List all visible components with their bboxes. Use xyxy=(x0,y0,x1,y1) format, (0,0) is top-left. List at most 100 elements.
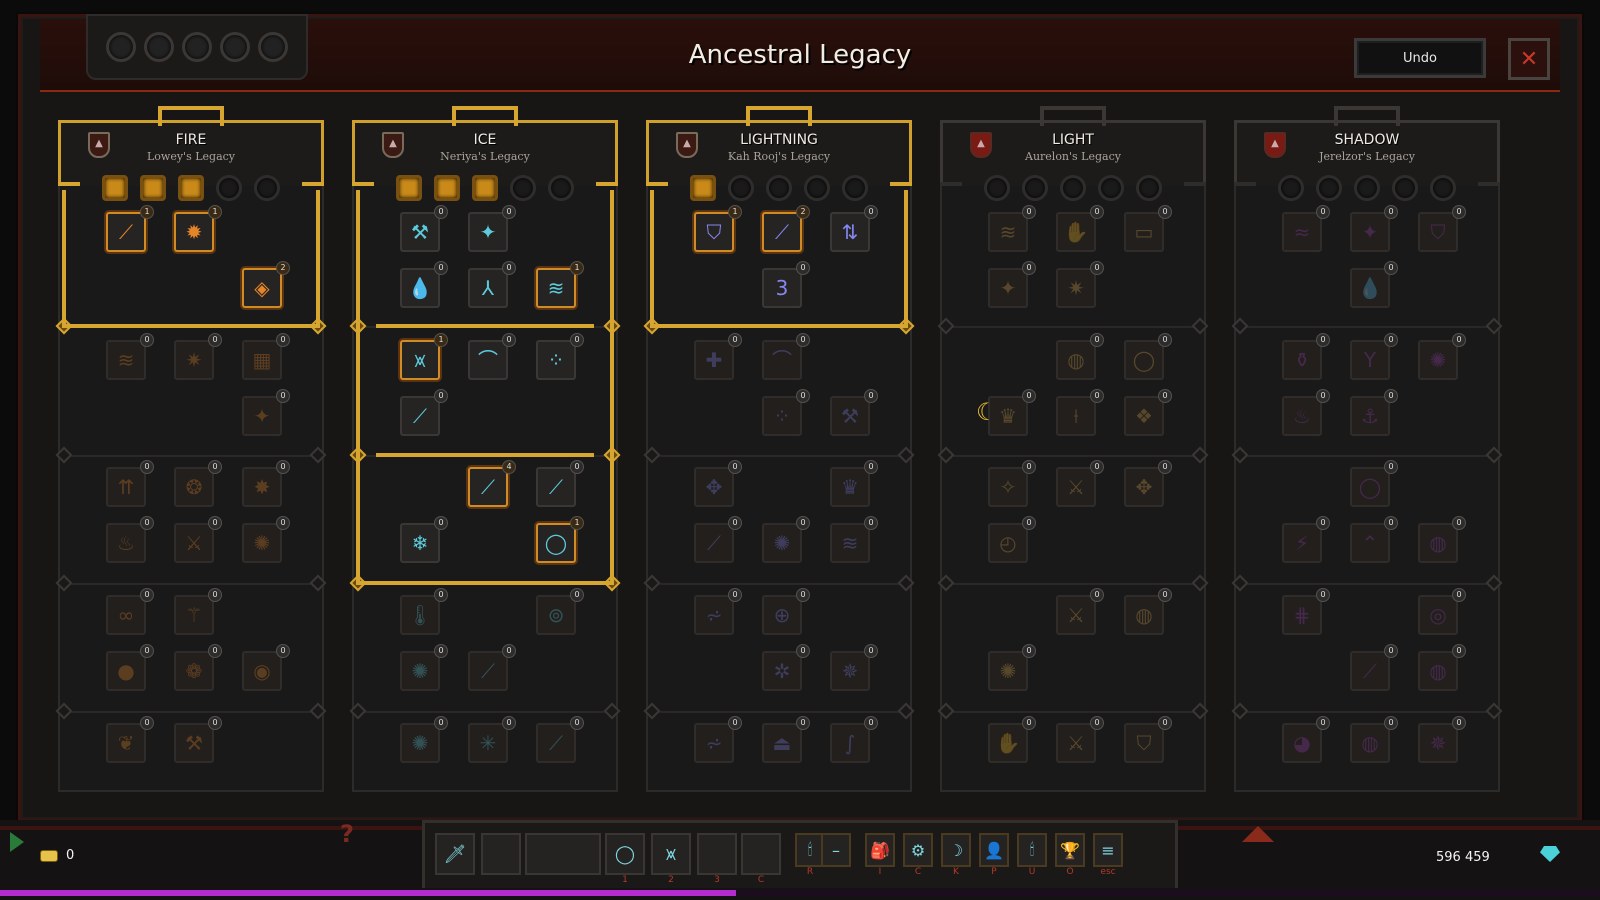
lightning-skill-node[interactable]: ✵ 0 xyxy=(830,644,878,691)
ice-skill-node[interactable]: 💧 0 xyxy=(400,261,448,308)
fire-skill-node[interactable]: ✦ 0 xyxy=(242,389,290,436)
hotbar-slot[interactable]: 🏆 O xyxy=(1055,833,1085,877)
ice-skill-node[interactable]: ⩙ 1 xyxy=(400,333,448,380)
hotbar-slot[interactable]: C xyxy=(741,833,781,885)
hotbar-slot[interactable] xyxy=(525,833,601,875)
light-skill-node[interactable]: ▭ 0 xyxy=(1124,205,1172,252)
lightning-skill-node[interactable]: ⌒ 0 xyxy=(762,333,810,380)
light-skill-node[interactable]: ⚔ 0 xyxy=(1056,460,1104,507)
shadow-skill-node[interactable]: ≈0 xyxy=(1282,205,1330,252)
ice-skill-node[interactable]: ⅄ 0 xyxy=(468,261,516,308)
fire-skill-node[interactable]: ⚒ 0 xyxy=(174,716,222,763)
fire-skill-node[interactable]: ⚚ 0 xyxy=(174,588,222,635)
lightning-skill-node[interactable]: ⟋ 0 xyxy=(694,516,742,563)
lightning-skill-node[interactable]: ⛉ 1 xyxy=(694,205,742,252)
light-skill-node[interactable]: ≋ 0 xyxy=(988,205,1036,252)
hotbar-slot[interactable]: ⚙ C xyxy=(903,833,933,877)
light-skill-node[interactable]: ◯ 0 xyxy=(1124,333,1172,380)
fire-skill-node[interactable]: ⚔ 0 xyxy=(174,516,222,563)
hotbar-slot[interactable] xyxy=(481,833,521,875)
fire-skill-node[interactable]: ✺ 0 xyxy=(242,516,290,563)
light-skill-node[interactable]: ⚔ 0 xyxy=(1056,716,1104,763)
shadow-skill-node[interactable]: ⟋ 0 xyxy=(1350,644,1398,691)
shadow-skill-node[interactable]: ◕ 0 xyxy=(1282,716,1330,763)
lightning-skill-node[interactable]: ⩫ 0 xyxy=(694,716,742,763)
light-skill-node[interactable]: ✦ 0 xyxy=(988,261,1036,308)
fire-skill-node[interactable]: ◈ 2 xyxy=(242,261,290,308)
light-skill-node[interactable]: ✺ 0 xyxy=(988,644,1036,691)
lightning-skill-node[interactable]: 30 xyxy=(762,261,810,308)
shadow-skill-node[interactable]: 💧 0 xyxy=(1350,261,1398,308)
lightning-skill-node[interactable]: ✥ 0 xyxy=(694,460,742,507)
hotbar-slot[interactable]: 🕯 U xyxy=(1017,833,1047,877)
ice-skill-node[interactable]: ⊚ 0 xyxy=(536,588,584,635)
ice-skill-node[interactable]: ✺ 0 xyxy=(400,644,448,691)
light-skill-node[interactable]: ⟊ 0 xyxy=(1056,389,1104,436)
shadow-skill-node[interactable]: ⛉ 0 xyxy=(1418,205,1466,252)
fire-skill-node[interactable]: ✸ 0 xyxy=(242,460,290,507)
hotbar-slot[interactable]: – xyxy=(821,833,851,867)
lightning-skill-node[interactable]: ⇅ 0 xyxy=(830,205,878,252)
hotbar-slot[interactable]: ⩙ 2 xyxy=(651,833,691,885)
play-arrow-icon[interactable] xyxy=(10,832,24,852)
light-skill-node[interactable]: ❖ 0 xyxy=(1124,389,1172,436)
shadow-skill-node[interactable]: ✦ 0 xyxy=(1350,205,1398,252)
light-skill-node[interactable]: ◍ 0 xyxy=(1124,588,1172,635)
light-skill-node[interactable]: ◴ 0 xyxy=(988,516,1036,563)
fire-skill-node[interactable]: ❂ 0 xyxy=(174,460,222,507)
lightning-skill-node[interactable]: ✚ 0 xyxy=(694,333,742,380)
light-skill-node[interactable]: ⚔ 0 xyxy=(1056,588,1104,635)
ice-skill-node[interactable]: ✺ 0 xyxy=(400,716,448,763)
fire-skill-node[interactable]: ✷ 0 xyxy=(174,333,222,380)
expand-up-arrow-icon[interactable] xyxy=(1242,826,1274,842)
ice-skill-node[interactable]: ✦ 0 xyxy=(468,205,516,252)
hotbar-slot[interactable]: 👤 P xyxy=(979,833,1009,877)
undo-button[interactable]: Undo xyxy=(1354,38,1486,78)
lightning-skill-node[interactable]: ♛ 0 xyxy=(830,460,878,507)
fire-skill-node[interactable]: ≋ 0 xyxy=(106,333,154,380)
fire-skill-node[interactable]: ❦ 0 xyxy=(106,716,154,763)
ice-skill-node[interactable]: 🌡 0 xyxy=(400,588,448,635)
fire-skill-node[interactable]: ⇈ 0 xyxy=(106,460,154,507)
ice-skill-node[interactable]: ◯ 1 xyxy=(536,516,584,563)
shadow-skill-node[interactable]: ◍ 0 xyxy=(1418,516,1466,563)
hotbar-slot[interactable]: 3 xyxy=(697,833,737,885)
lightning-skill-node[interactable]: ⁘ 0 xyxy=(762,389,810,436)
shadow-skill-node[interactable]: ⋕ 0 xyxy=(1282,588,1330,635)
hotbar-slot[interactable]: 🎒 I xyxy=(865,833,895,877)
lightning-skill-node[interactable]: ✺ 0 xyxy=(762,516,810,563)
shadow-skill-node[interactable]: ♨ 0 xyxy=(1282,389,1330,436)
lightning-skill-node[interactable]: ⚒ 0 xyxy=(830,389,878,436)
help-button[interactable]: ? xyxy=(340,820,354,848)
ice-skill-node[interactable]: ❄ 0 xyxy=(400,516,448,563)
light-skill-node[interactable]: ◍ 0 xyxy=(1056,333,1104,380)
ice-skill-node[interactable]: ≋ 1 xyxy=(536,261,584,308)
fire-skill-node[interactable]: ✹ 1 xyxy=(174,205,222,252)
lightning-skill-node[interactable]: ∫ 0 xyxy=(830,716,878,763)
shadow-skill-node[interactable]: ◎ 0 xyxy=(1418,588,1466,635)
shadow-skill-node[interactable]: Y0 xyxy=(1350,333,1398,380)
light-skill-node[interactable]: ✧ 0 xyxy=(988,460,1036,507)
light-skill-node[interactable]: ✥ 0 xyxy=(1124,460,1172,507)
fire-skill-node[interactable]: ● 0 xyxy=(106,644,154,691)
ice-skill-node[interactable]: ⌒ 0 xyxy=(468,333,516,380)
ice-skill-node[interactable]: ✳ 0 xyxy=(468,716,516,763)
lightning-skill-node[interactable]: ✲ 0 xyxy=(762,644,810,691)
fire-skill-node[interactable]: ▦ 0 xyxy=(242,333,290,380)
lightning-skill-node[interactable]: ⏏ 0 xyxy=(762,716,810,763)
fire-skill-node[interactable]: ♨ 0 xyxy=(106,516,154,563)
ice-skill-node[interactable]: ⟋ 4 xyxy=(468,460,516,507)
shadow-skill-node[interactable]: ✵ 0 xyxy=(1418,716,1466,763)
ice-skill-node[interactable]: ⚒ 0 xyxy=(400,205,448,252)
lightning-skill-node[interactable]: ⟋ 2 xyxy=(762,205,810,252)
close-icon[interactable]: ✕ xyxy=(1508,38,1550,80)
light-skill-node[interactable]: ✷ 0 xyxy=(1056,261,1104,308)
ice-skill-node[interactable]: ⁘ 0 xyxy=(536,333,584,380)
light-skill-node[interactable]: ⛉ 0 xyxy=(1124,716,1172,763)
shadow-skill-node[interactable]: ⚓ 0 xyxy=(1350,389,1398,436)
shadow-skill-node[interactable]: ◍ 0 xyxy=(1418,644,1466,691)
hotbar-slot[interactable]: ≡ esc xyxy=(1093,833,1123,877)
shadow-skill-node[interactable]: ◯ 0 xyxy=(1350,460,1398,507)
fire-skill-node[interactable]: ⟋ 1 xyxy=(106,205,154,252)
fire-skill-node[interactable]: ∞ 0 xyxy=(106,588,154,635)
